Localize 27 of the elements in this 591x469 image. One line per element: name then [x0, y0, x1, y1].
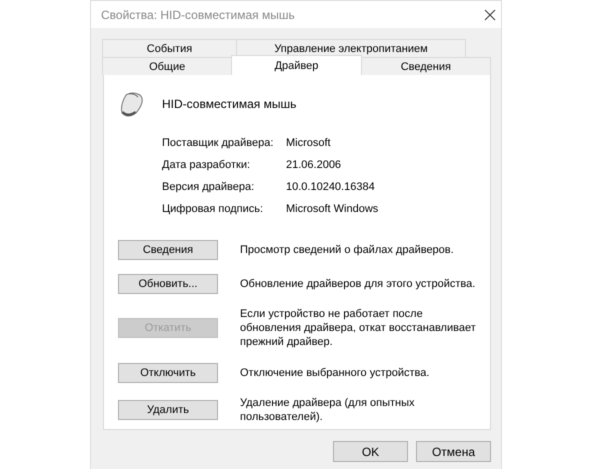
tab[interactable]: События: [102, 39, 237, 57]
cancel-button[interactable]: Отмена: [416, 441, 491, 462]
property-value: Microsoft Windows: [286, 203, 378, 215]
action-description: Просмотр сведений о файлах драйверов.: [240, 242, 455, 256]
property-label: Версия драйвера:: [162, 181, 256, 193]
property-value: Microsoft: [286, 137, 332, 149]
window-title: Свойства: HID-совместимая мышь: [101, 8, 295, 22]
property-label: Поставщик драйвера:: [162, 137, 274, 149]
property-value: 10.0.10240.16384: [286, 181, 376, 193]
property-label: Дата разработки:: [162, 159, 252, 171]
action-description: Отключение выбранного устройства.: [240, 366, 430, 380]
ok-button[interactable]: OK: [333, 441, 408, 462]
action-button[interactable]: Сведения: [118, 240, 218, 260]
tab[interactable]: Общие: [102, 57, 232, 75]
action-button[interactable]: Отключить: [118, 362, 218, 382]
action-button[interactable]: Удалить: [118, 400, 218, 420]
action-description: Обновление драйверов для этого устройства.: [240, 276, 476, 290]
tab[interactable]: Драйвер: [231, 55, 362, 75]
property-value: 21.06.2006: [286, 159, 342, 171]
tab[interactable]: Сведения: [360, 57, 491, 75]
property-label: Цифровая подпись:: [162, 203, 264, 215]
tab[interactable]: Управление электропитанием: [236, 39, 466, 57]
action-button[interactable]: Обновить...: [118, 274, 218, 294]
device-name: HID-совместимая мышь: [162, 97, 296, 111]
action-description: Удаление драйвера (для опытных пользователей).: [240, 396, 416, 424]
action-description: Если устройство не работает после обновления драйвера, откат восстанавливает прежний драйвер.: [240, 307, 476, 349]
close-icon[interactable]: [484, 8, 496, 20]
